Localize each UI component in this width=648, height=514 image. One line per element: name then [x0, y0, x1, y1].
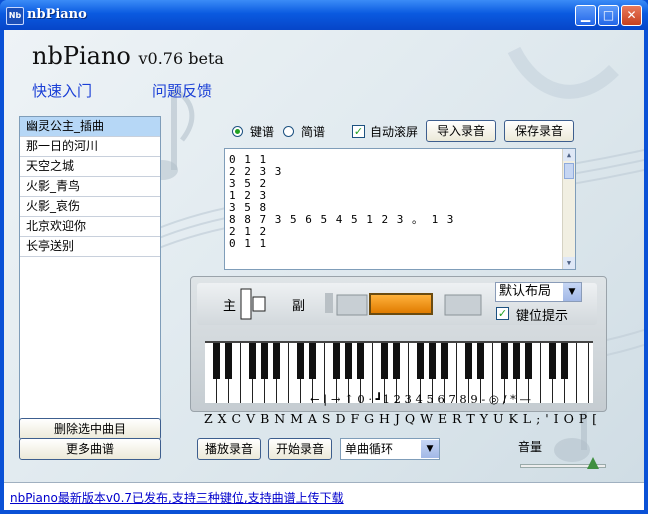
- score-line: 3 5 2: [229, 177, 268, 190]
- chevron-down-icon[interactable]: ▼: [421, 440, 439, 458]
- scroll-down-icon[interactable]: ▼: [563, 257, 575, 269]
- score-line: 2 2 3 3: [229, 165, 283, 178]
- scroll-thumb[interactable]: [564, 163, 574, 179]
- black-key[interactable]: [465, 343, 472, 379]
- minimize-icon: ▁: [580, 8, 591, 22]
- title-bar[interactable]: Nb nbPiano ▁ □ ✕: [0, 0, 648, 30]
- quick-start-link[interactable]: 快速入门: [32, 80, 92, 101]
- score-textarea[interactable]: 0 1 1 2 2 3 3 3 5 2 1 2 3 3 5 8 8 8 7 3 …: [224, 148, 576, 270]
- app-version: v0.76 beta: [138, 49, 224, 68]
- black-key[interactable]: [309, 343, 316, 379]
- score-line: 1 2 3: [229, 189, 268, 202]
- black-key[interactable]: [381, 343, 388, 379]
- volume-slider-thumb[interactable]: [587, 457, 600, 469]
- song-item[interactable]: 幽灵公主_插曲: [20, 117, 160, 137]
- app-name: nbPiano: [32, 42, 131, 70]
- scroll-up-icon[interactable]: ▲: [563, 149, 575, 161]
- key-hint-label: 键位提示: [516, 309, 569, 324]
- minimize-button[interactable]: ▁: [575, 5, 596, 26]
- black-key[interactable]: [429, 343, 436, 379]
- layout-select[interactable]: 默认布局 ▼: [495, 282, 582, 302]
- score-line: 2 1 2: [229, 225, 268, 238]
- panel-sub-label: 副: [292, 299, 306, 314]
- black-key[interactable]: [249, 343, 256, 379]
- delete-selected-button[interactable]: 删除选中曲目: [19, 418, 161, 440]
- layout-select-value: 默认布局: [499, 284, 552, 299]
- song-item[interactable]: 北京欢迎你: [20, 217, 160, 237]
- more-scores-button[interactable]: 更多曲谱: [19, 438, 161, 460]
- auto-scroll-checkbox[interactable]: ✓: [352, 125, 365, 138]
- mode-simple-radio[interactable]: [283, 126, 294, 137]
- close-icon: ✕: [626, 8, 637, 22]
- black-key[interactable]: [297, 343, 304, 379]
- start-recording-button[interactable]: 开始录音: [268, 438, 332, 460]
- black-key[interactable]: [345, 343, 352, 379]
- window-title: nbPiano: [27, 7, 87, 22]
- app-window: Nb nbPiano ▁ □ ✕ nbPiano v0.76 beta 快速入门…: [0, 0, 648, 514]
- black-key[interactable]: [501, 343, 508, 379]
- panel-main-label: 主: [223, 299, 237, 314]
- feedback-link[interactable]: 问题反馈: [152, 80, 212, 101]
- app-title: nbPiano v0.76 beta: [32, 42, 224, 70]
- play-recording-button[interactable]: 播放录音: [197, 438, 261, 460]
- black-key[interactable]: [549, 343, 556, 379]
- black-key[interactable]: [225, 343, 232, 379]
- black-key[interactable]: [417, 343, 424, 379]
- song-item[interactable]: 天空之城: [20, 157, 160, 177]
- status-bar: nbPiano最新版本v0.7已发布,支持三种键位,支持曲谱上传下载: [4, 482, 644, 510]
- key-hint-checkbox[interactable]: ✓: [496, 307, 509, 320]
- maximize-button[interactable]: □: [598, 5, 619, 26]
- chevron-down-icon[interactable]: ▼: [563, 283, 581, 301]
- update-notice-link[interactable]: nbPiano最新版本v0.7已发布,支持三种键位,支持曲谱上传下载: [10, 489, 344, 506]
- lcd-display: [369, 293, 433, 315]
- key-labels: Z X C V B N M A S D F G H J Q W E R T Y …: [204, 411, 598, 426]
- client-area: nbPiano v0.76 beta 快速入门 问题反馈 幽灵公主_插曲 那一日…: [4, 30, 644, 510]
- score-scrollbar[interactable]: ▲ ▼: [562, 149, 575, 269]
- black-key[interactable]: [441, 343, 448, 379]
- black-key[interactable]: [393, 343, 400, 379]
- song-item[interactable]: 长亭送别: [20, 237, 160, 257]
- song-item[interactable]: 火影_哀伤: [20, 197, 160, 217]
- mode-keyboard-label: 键谱: [250, 125, 275, 139]
- black-key[interactable]: [513, 343, 520, 379]
- black-key[interactable]: [525, 343, 532, 379]
- black-key[interactable]: [477, 343, 484, 379]
- song-item[interactable]: 火影_青鸟: [20, 177, 160, 197]
- black-key[interactable]: [213, 343, 220, 379]
- save-recording-button[interactable]: 保存录音: [504, 120, 574, 142]
- loop-select-value: 单曲循环: [345, 442, 394, 456]
- app-icon: Nb: [6, 7, 24, 25]
- song-item[interactable]: 那一日的河川: [20, 137, 160, 157]
- switch-icon: [240, 288, 266, 320]
- black-key[interactable]: [273, 343, 280, 379]
- loop-select[interactable]: 单曲循环 ▼: [340, 438, 440, 460]
- auto-scroll-label: 自动滚屏: [370, 125, 419, 139]
- white-key[interactable]: [577, 343, 589, 403]
- mode-simple-label: 简谱: [301, 125, 326, 139]
- black-key[interactable]: [357, 343, 364, 379]
- note-labels: ← | → ↑ 0 · ┛1 2 3 4 5 6 7 8 9 - ◎ / * —: [310, 392, 532, 406]
- volume-label: 音量: [518, 440, 543, 454]
- mode-keyboard-radio[interactable]: [232, 126, 243, 137]
- score-line: 8 8 7 3 5 6 5 4 5 1 2 3 。 1 3: [229, 213, 455, 226]
- black-key[interactable]: [261, 343, 268, 379]
- maximize-icon: □: [602, 8, 615, 22]
- close-button[interactable]: ✕: [621, 5, 642, 26]
- import-recording-button[interactable]: 导入录音: [426, 120, 496, 142]
- song-list[interactable]: 幽灵公主_插曲 那一日的河川 天空之城 火影_青鸟 火影_哀伤 北京欢迎你 长亭…: [19, 116, 161, 423]
- black-key[interactable]: [333, 343, 340, 379]
- score-line: 0 1 1: [229, 237, 268, 250]
- black-key[interactable]: [561, 343, 568, 379]
